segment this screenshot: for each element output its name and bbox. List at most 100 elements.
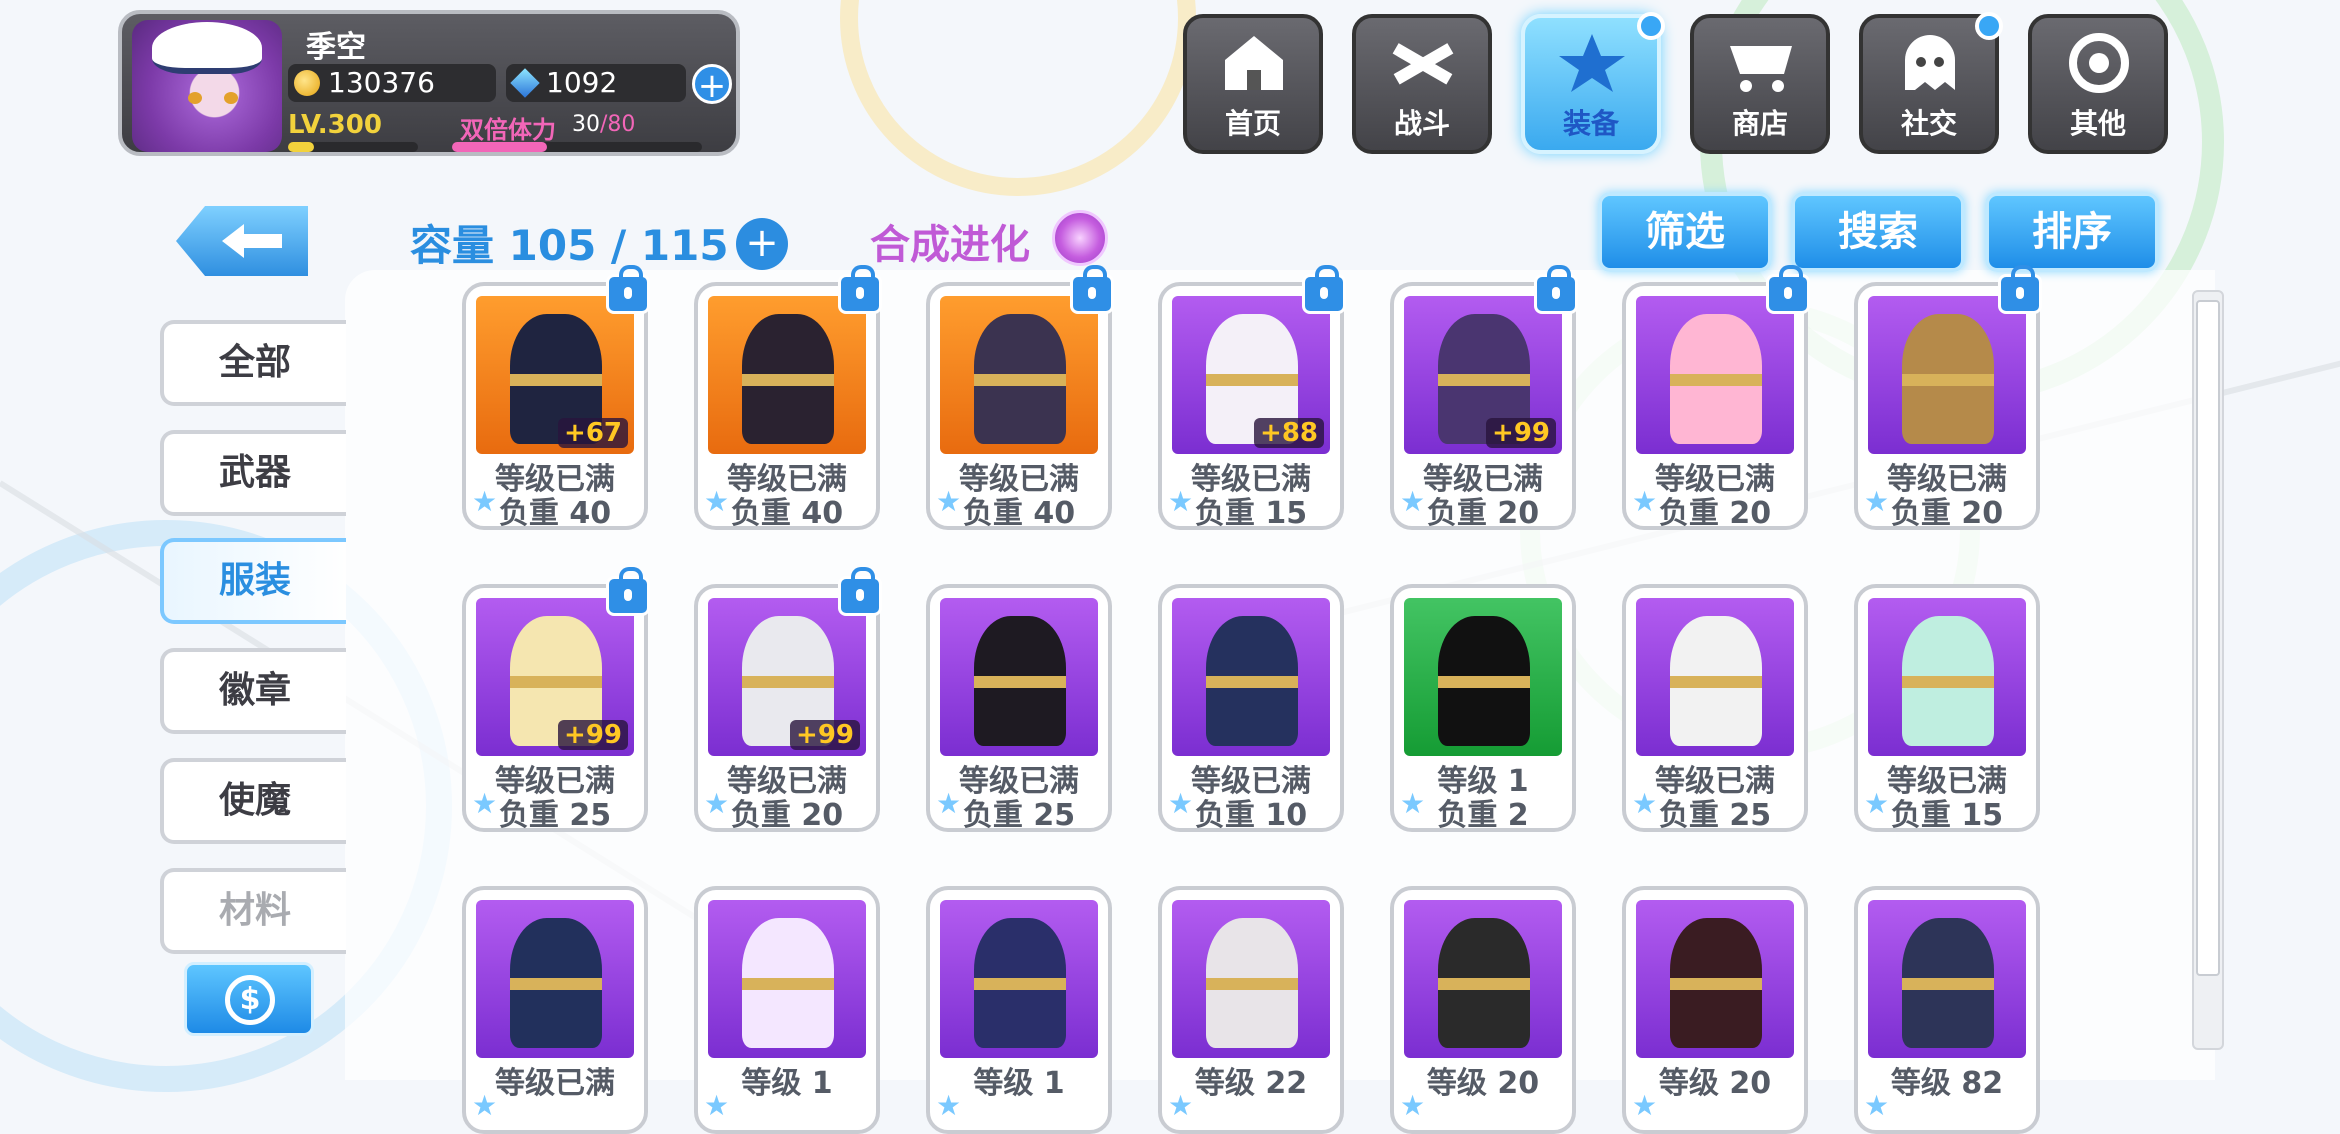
enhance-badge: +67 xyxy=(558,418,628,448)
gem-icon xyxy=(510,68,540,98)
add-currency-button[interactable]: + xyxy=(692,64,732,105)
avatar[interactable] xyxy=(132,20,282,152)
outfit-card[interactable]: ★ 等级 1 负重 2 xyxy=(1390,584,1576,833)
outfit-card[interactable]: ★ 等级 1 xyxy=(694,886,880,1134)
outfit-weight: 负重 40 xyxy=(962,496,1076,531)
gold-coin-icon xyxy=(294,70,320,96)
player-profile[interactable]: 季空 130376 1092 + LV.300 双倍体力 30/80 xyxy=(118,10,740,156)
notification-dot xyxy=(1975,12,2003,40)
category-outfit[interactable]: 服装 xyxy=(160,538,346,624)
outfit-level: 等级已满 xyxy=(495,1066,615,1101)
outfit-figure xyxy=(742,918,834,1048)
outfit-belt xyxy=(974,676,1066,688)
player-name: 季空 xyxy=(306,30,366,65)
stamina-max: /80 xyxy=(600,112,636,137)
back-button[interactable] xyxy=(176,206,308,276)
outfit-card[interactable]: ★ 等级已满 负重 15 xyxy=(1854,584,2040,833)
lock-keyhole xyxy=(1552,287,1560,299)
inventory-capacity: 容量 105 / 115 xyxy=(410,221,729,270)
lock-icon[interactable] xyxy=(838,567,882,616)
outfit-card[interactable]: ★ 等级已满 负重 20 xyxy=(1854,265,2042,531)
lock-shackle xyxy=(1083,265,1107,283)
sell-button[interactable]: $ xyxy=(184,962,314,1036)
outfit-card[interactable]: ★ 等级已满 负重 40 xyxy=(926,265,1114,531)
fusion-swirl-icon[interactable] xyxy=(1052,210,1108,266)
sort-button[interactable]: 排序 xyxy=(1985,192,2159,272)
outfit-belt xyxy=(1902,374,1994,386)
nav-equipment-label: 装备 xyxy=(1562,107,1619,140)
outfit-card[interactable]: ★ 等级 82 xyxy=(1854,886,2040,1134)
outfit-card[interactable]: ★ 等级 20 xyxy=(1622,886,1808,1134)
outfit-weight: 负重 20 xyxy=(1890,496,2004,531)
outfit-weight: 负重 15 xyxy=(1194,496,1308,531)
outfit-card[interactable]: +99 ★ 等级已满 负重 25 xyxy=(462,567,650,833)
outfit-belt xyxy=(1438,978,1530,990)
lock-icon[interactable] xyxy=(1302,265,1346,314)
outfit-card[interactable]: ★ 等级已满 负重 25 xyxy=(926,584,1112,833)
category-all[interactable]: 全部 xyxy=(160,320,346,406)
level-progress-fill xyxy=(288,142,314,152)
category-badge[interactable]: 徽章 xyxy=(160,648,346,734)
lock-icon[interactable] xyxy=(838,265,882,314)
lock-icon[interactable] xyxy=(1070,265,1114,314)
outfit-level: 等级 20 xyxy=(1426,1066,1540,1101)
nav-social[interactable]: 社交 xyxy=(1859,12,2003,154)
outfit-belt xyxy=(1438,676,1530,688)
search-button[interactable]: 搜索 xyxy=(1791,192,1965,272)
nav-equipment[interactable]: 装备 xyxy=(1521,12,1665,154)
outfit-belt xyxy=(742,374,834,386)
expand-capacity-button[interactable]: + xyxy=(736,218,788,270)
lock-shackle xyxy=(1315,265,1339,283)
nav-social-label: 社交 xyxy=(1900,107,1957,140)
outfit-weight: 负重 2 xyxy=(1437,798,1529,833)
lock-shackle xyxy=(851,567,875,585)
outfit-card[interactable]: ★ 等级已满 负重 20 xyxy=(1622,265,1810,531)
nav-battle[interactable]: 战斗 xyxy=(1352,14,1492,154)
outfit-card[interactable]: +99 ★ 等级已满 负重 20 xyxy=(694,567,882,833)
outfit-card[interactable]: +88 ★ 等级已满 负重 15 xyxy=(1158,265,1346,531)
lock-icon[interactable] xyxy=(1998,265,2042,314)
outfit-card[interactable]: ★ 等级已满 负重 25 xyxy=(1622,584,1808,833)
player-level: LV.300 xyxy=(288,110,382,140)
crossed-swords-icon xyxy=(1392,43,1454,85)
outfit-figure xyxy=(1438,918,1530,1048)
fusion-evolve-label[interactable]: 合成进化 xyxy=(870,212,1030,270)
lock-icon[interactable] xyxy=(1534,265,1578,314)
outfit-card[interactable]: ★ 等级 20 xyxy=(1390,886,1576,1134)
lock-icon[interactable] xyxy=(606,265,650,314)
outfit-card[interactable]: ★ 等级 22 xyxy=(1158,886,1344,1134)
category-weapon[interactable]: 武器 xyxy=(160,430,346,516)
outfit-card[interactable]: ★ 等级已满 负重 40 xyxy=(694,265,882,531)
outfit-belt xyxy=(1902,676,1994,688)
nav-other[interactable]: 其他 xyxy=(2028,14,2168,154)
arrow-left-icon xyxy=(222,224,282,258)
outfit-thumbnail xyxy=(1172,598,1330,756)
category-material[interactable]: 材料 xyxy=(160,868,346,954)
gold-counter: 130376 xyxy=(288,64,496,102)
avatar-hat xyxy=(152,22,262,74)
avatar-eye xyxy=(188,92,202,104)
category-familiar[interactable]: 使魔 xyxy=(160,758,346,844)
outfit-thumbnail xyxy=(1172,900,1330,1058)
outfit-card[interactable]: ★ 等级已满 xyxy=(462,886,648,1134)
outfit-card[interactable]: +99 ★ 等级已满 负重 20 xyxy=(1390,265,1578,531)
filter-button[interactable]: 筛选 xyxy=(1598,192,1772,272)
outfit-card[interactable]: ★ 等级 1 xyxy=(926,886,1112,1134)
outfit-figure xyxy=(974,616,1066,746)
nav-home[interactable]: 首页 xyxy=(1183,14,1323,154)
nav-shop[interactable]: 商店 xyxy=(1690,14,1830,154)
scrollbar-thumb[interactable] xyxy=(2196,300,2220,976)
outfit-card[interactable]: ★ 等级已满 负重 10 xyxy=(1158,584,1344,833)
outfit-level: 等级 1 xyxy=(741,1066,833,1101)
outfit-thumbnail: +99 xyxy=(708,598,866,756)
stamina-label: 双倍体力 xyxy=(460,116,556,144)
lock-icon[interactable] xyxy=(606,567,650,616)
enhance-badge: +99 xyxy=(1486,418,1556,448)
lock-icon[interactable] xyxy=(1766,265,1810,314)
outfit-card[interactable]: +67 ★ 等级已满 负重 40 xyxy=(462,265,650,531)
outfit-belt xyxy=(742,978,834,990)
lock-shackle xyxy=(2011,265,2035,283)
star-gun-icon xyxy=(1559,34,1625,92)
outfit-thumbnail: +99 xyxy=(476,598,634,756)
outfit-belt xyxy=(510,676,602,688)
